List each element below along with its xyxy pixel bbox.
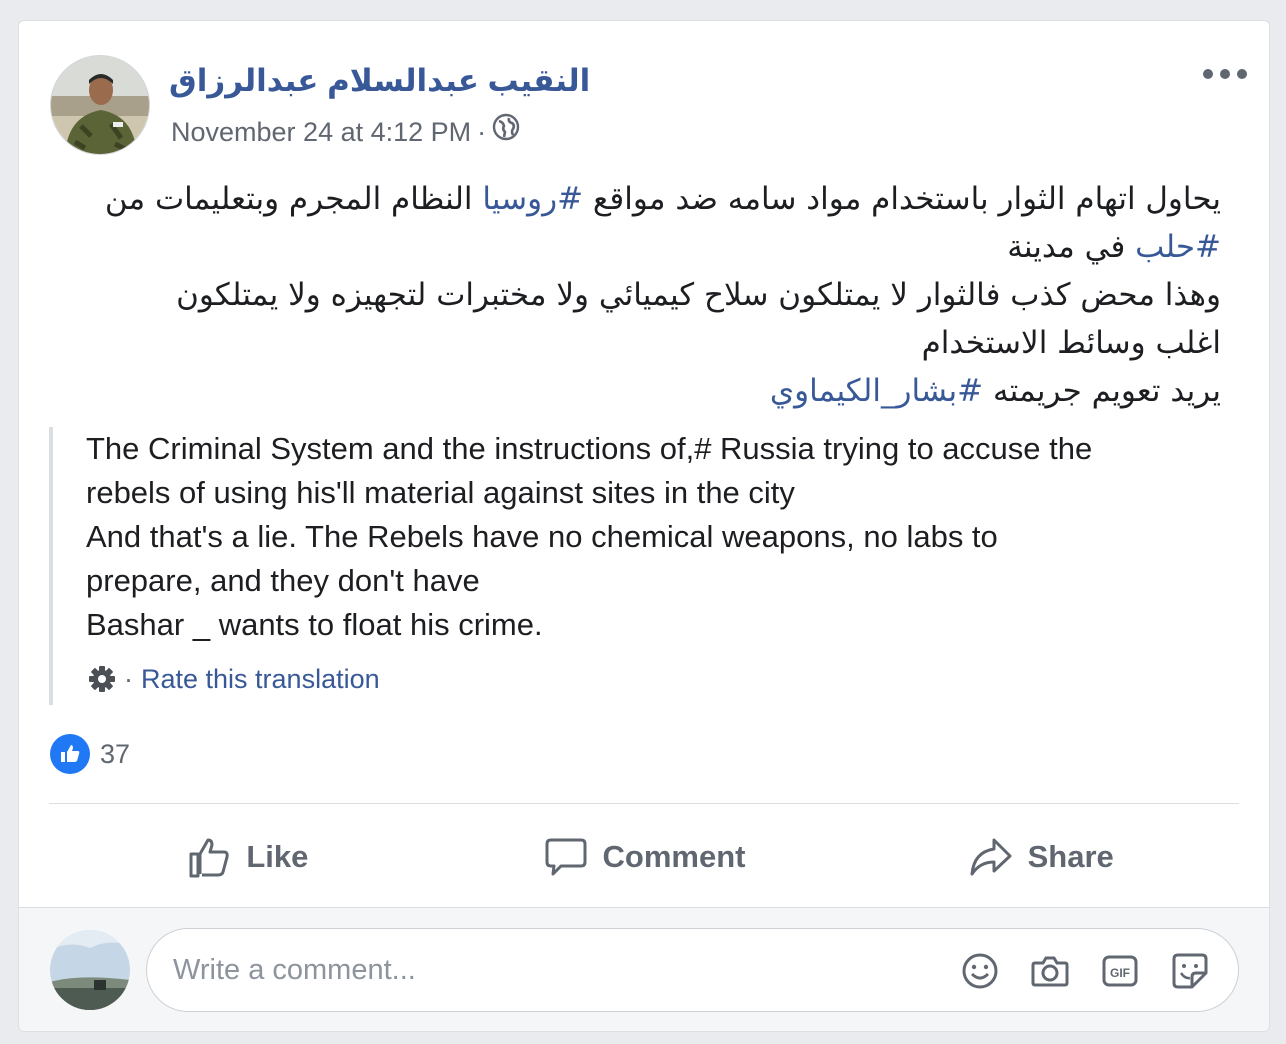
reaction-summary[interactable]: 37: [50, 734, 130, 774]
share-label: Share: [1027, 839, 1114, 874]
post-text-arabic: يحاول اتهام الثوار باستخدام مواد سامه ضد…: [49, 175, 1221, 415]
post-actions: Like Comment Share: [49, 821, 1239, 893]
arabic-line-2: #حلب في مدينة: [49, 223, 1221, 271]
arabic-line-1: يحاول اتهام الثوار باستخدام مواد سامه ضد…: [49, 175, 1221, 223]
more-dot: [1220, 69, 1230, 79]
hashtag-russia[interactable]: #روسيا: [482, 181, 583, 217]
like-reaction-icon: [50, 734, 90, 774]
hashtag-bashar[interactable]: #بشار_الكيماوي: [770, 373, 983, 409]
camera-icon[interactable]: [1028, 949, 1072, 993]
user-avatar[interactable]: [50, 930, 130, 1010]
author-name[interactable]: النقيب عبدالسلام عبدالرزاق: [169, 61, 590, 101]
more-options-icon[interactable]: [1203, 65, 1247, 83]
like-count: 37: [100, 738, 131, 769]
share-button[interactable]: Share: [842, 821, 1239, 893]
like-button[interactable]: Like: [49, 821, 446, 893]
arabic-text: يريد تعويم جريمته: [983, 373, 1221, 409]
hashtag-aleppo[interactable]: #حلب: [1135, 229, 1221, 265]
comment-bubble-icon: [545, 838, 587, 876]
comment-label: Comment: [602, 839, 746, 874]
post-timestamp[interactable]: November 24 at 4:12 PM: [171, 114, 471, 150]
more-dot: [1237, 69, 1247, 79]
translation-line: prepare, and they don't have: [86, 563, 480, 598]
arabic-line-4: اغلب وسائط الاستخدام: [921, 325, 1221, 361]
arabic-text: يحاول اتهام الثوار باستخدام مواد سامه ضد…: [583, 181, 1221, 217]
sticker-icon[interactable]: [1168, 949, 1212, 993]
translation-line: Bashar _ wants to float his crime.: [86, 607, 543, 642]
divider: [49, 803, 1239, 804]
rate-separator: ·: [124, 663, 133, 694]
globe-icon[interactable]: [492, 113, 520, 150]
arabic-text: النظام المجرم وبتعليمات من: [104, 181, 483, 217]
gear-icon[interactable]: [86, 663, 118, 695]
comment-input-container: GIF: [146, 928, 1239, 1012]
author-avatar[interactable]: [50, 55, 150, 155]
arabic-line-3: وهذا محض كذب فالثوار لا يمتلكون سلاح كيم…: [176, 277, 1221, 313]
share-arrow-icon: [970, 838, 1012, 876]
comment-input[interactable]: [173, 947, 933, 993]
more-dot: [1203, 69, 1213, 79]
arabic-text: في مدينة: [1007, 229, 1136, 265]
rate-translation-link[interactable]: Rate this translation: [141, 664, 380, 695]
post-meta: November 24 at 4:12 PM ·: [171, 113, 520, 150]
like-label: Like: [246, 839, 309, 874]
comment-tools: GIF: [932, 949, 1212, 993]
meta-separator: ·: [477, 116, 487, 147]
comment-button[interactable]: Comment: [446, 821, 843, 893]
comment-composer: GIF: [19, 908, 1269, 1031]
emoji-icon[interactable]: [958, 949, 1002, 993]
gif-icon[interactable]: GIF: [1098, 949, 1142, 993]
translation-line: The Criminal System and the instructions…: [86, 431, 1093, 466]
rate-translation: · Rate this translation: [86, 663, 380, 695]
post-card: النقيب عبدالسلام عبدالرزاق November 24 a…: [18, 20, 1270, 1032]
translation-line: rebels of using his'll material against …: [86, 475, 795, 510]
translation-block: The Criminal System and the instructions…: [49, 427, 1244, 705]
svg-text:GIF: GIF: [1110, 966, 1130, 980]
arabic-line-5: يريد تعويم جريمته #بشار_الكيماوي: [49, 367, 1221, 415]
thumbs-up-icon: [189, 838, 229, 878]
translation-line: And that's a lie. The Rebels have no che…: [86, 519, 998, 554]
